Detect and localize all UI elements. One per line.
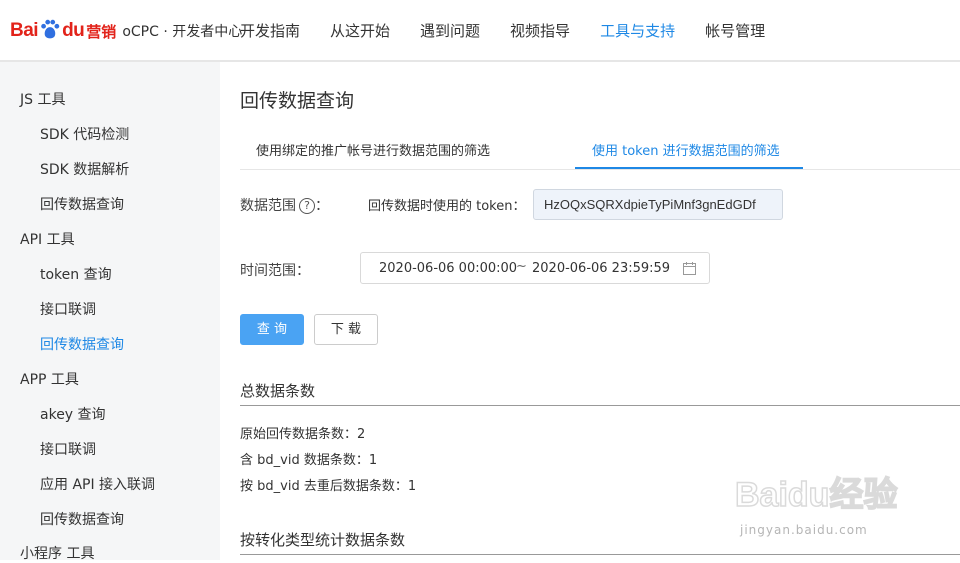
token-input[interactable]: HzOQxSQRXdpieTyPiMnf3gnEdGDf bbox=[533, 189, 783, 220]
baidu-paw-icon bbox=[41, 19, 60, 39]
sidebar-item-akey-query[interactable]: akey 查询 bbox=[40, 404, 106, 424]
sidebar-group-app-tools[interactable]: APP 工具 bbox=[20, 369, 79, 389]
time-range-label: 时间范围： bbox=[240, 263, 310, 279]
data-range-label-text: 数据范围 bbox=[240, 198, 296, 214]
nav-item-problems[interactable]: 遇到问题 bbox=[420, 0, 480, 62]
sidebar-item-token-query[interactable]: token 查询 bbox=[40, 264, 112, 284]
download-button[interactable]: 下 载 bbox=[314, 314, 378, 345]
date-end-value[interactable]: 2020-06-06 23:59:59 bbox=[532, 261, 670, 276]
query-button[interactable]: 查 询 bbox=[240, 314, 304, 345]
main-nav: 开发指南 从这开始 遇到问题 视频指导 工具与支持 帐号管理 bbox=[240, 0, 795, 62]
sidebar-item-api-callback-query[interactable]: 回传数据查询 bbox=[40, 334, 124, 354]
logo-bai-text: Bai bbox=[10, 20, 39, 41]
section-divider bbox=[240, 405, 960, 406]
nav-item-video-guide[interactable]: 视频指导 bbox=[510, 0, 570, 62]
data-range-colon: ： bbox=[315, 198, 329, 214]
sidebar-item-js-callback-query[interactable]: 回传数据查询 bbox=[40, 194, 124, 214]
sidebar-group-miniprogram-tools[interactable]: 小程序 工具 bbox=[20, 543, 94, 563]
token-label: 回传数据时使用的 token： bbox=[368, 199, 526, 214]
total-count-title: 总数据条数 bbox=[240, 382, 316, 400]
active-tab-indicator bbox=[575, 167, 803, 169]
nav-item-tools-support[interactable]: 工具与支持 bbox=[600, 0, 675, 62]
date-start-value[interactable]: 2020-06-06 00:00:00 bbox=[379, 261, 517, 276]
sidebar-item-app-api-debug[interactable]: 应用 API 接入联调 bbox=[40, 474, 155, 494]
sidebar-item-sdk-check[interactable]: SDK 代码检测 bbox=[40, 124, 129, 144]
calendar-icon[interactable] bbox=[683, 262, 696, 275]
baidu-jingyan-watermark: Baidu经验 bbox=[735, 474, 898, 515]
by-type-title: 按转化类型统计数据条数 bbox=[240, 531, 406, 549]
sidebar-item-app-debug[interactable]: 接口联调 bbox=[40, 439, 96, 459]
sidebar-group-api-tools[interactable]: API 工具 bbox=[20, 229, 75, 249]
sidebar-item-sdk-parse[interactable]: SDK 数据解析 bbox=[40, 159, 129, 179]
nav-item-dev-guide[interactable]: 开发指南 bbox=[240, 0, 300, 62]
tab-token-filter[interactable]: 使用 token 进行数据范围的筛选 bbox=[592, 140, 780, 159]
help-icon[interactable]: ? bbox=[299, 198, 315, 214]
date-range-picker[interactable]: 2020-06-06 00:00:00 ~ 2020-06-06 23:59:5… bbox=[360, 252, 710, 284]
data-range-label: 数据范围?： bbox=[240, 195, 329, 215]
sidebar: JS 工具 SDK 代码检测 SDK 数据解析 回传数据查询 API 工具 to… bbox=[0, 62, 220, 563]
date-range-separator: ~ bbox=[516, 259, 527, 274]
nav-item-account[interactable]: 帐号管理 bbox=[705, 0, 765, 62]
sidebar-item-app-callback-query[interactable]: 回传数据查询 bbox=[40, 509, 124, 529]
top-navbar: Bai du 营销 oCPC · 开发者中心 开发指南 从这开始 遇到问题 视频… bbox=[0, 0, 960, 62]
sidebar-item-api-debug[interactable]: 接口联调 bbox=[40, 299, 96, 319]
stat-dedup-count: 按 bd_vid 去重后数据条数：1 bbox=[240, 479, 417, 494]
logo-subtitle: oCPC · 开发者中心 bbox=[122, 24, 243, 40]
logo-du-text: du bbox=[62, 20, 85, 41]
logo-yingxiao-text: 营销 bbox=[86, 22, 117, 41]
sidebar-group-js-tools[interactable]: JS 工具 bbox=[20, 89, 65, 109]
tab-account-filter[interactable]: 使用绑定的推广帐号进行数据范围的筛选 bbox=[256, 140, 490, 159]
nav-item-start-here[interactable]: 从这开始 bbox=[330, 0, 390, 62]
baidu-yingxiao-logo[interactable]: Bai du 营销 oCPC · 开发者中心 bbox=[10, 16, 242, 46]
section-divider-2 bbox=[240, 554, 960, 555]
watermark-url: jingyan.baidu.com bbox=[740, 523, 868, 537]
stat-raw-count: 原始回传数据条数：2 bbox=[240, 427, 366, 442]
page-title: 回传数据查询 bbox=[240, 90, 355, 112]
stat-bdvid-count: 含 bd_vid 数据条数：1 bbox=[240, 453, 378, 468]
filter-tabs: 使用绑定的推广帐号进行数据范围的筛选 使用 token 进行数据范围的筛选 bbox=[240, 132, 960, 170]
svg-text:Baidu经验: Baidu经验 bbox=[735, 475, 897, 514]
